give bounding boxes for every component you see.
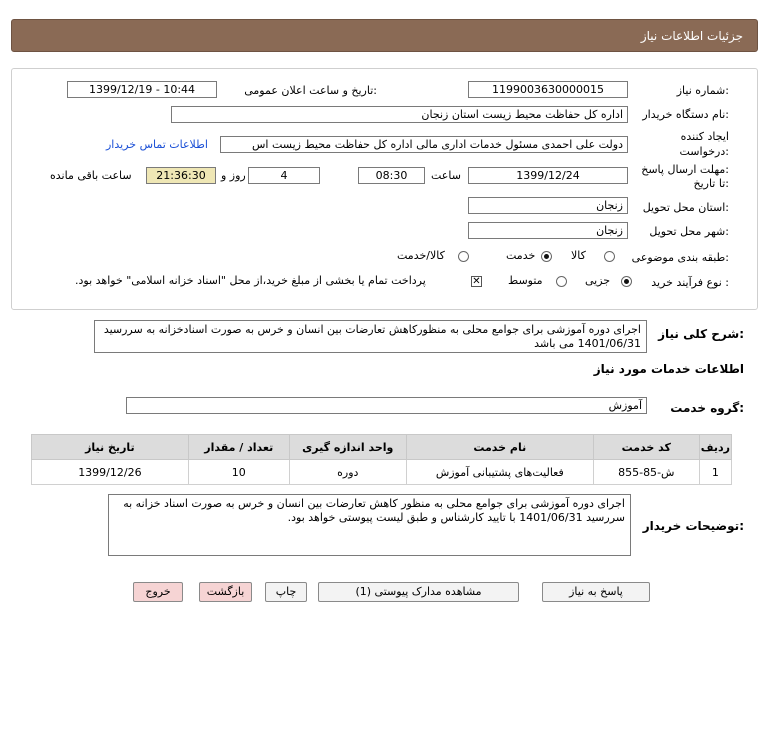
- category-option-goods-service: کالا/خدمت: [397, 249, 445, 262]
- col-unit: واحد اندازه گیری: [288, 434, 407, 460]
- summary-label: شرح کلی نیاز:: [658, 327, 744, 341]
- deadline-time-field: 08:30: [358, 167, 425, 184]
- service-group-field: آموزش: [126, 397, 647, 414]
- process-radio-medium[interactable]: [556, 276, 567, 287]
- cell-date: 1399/12/26: [31, 459, 189, 485]
- col-name: نام خدمت: [405, 434, 594, 460]
- announce-label: تاریخ و ساعت اعلان عمومی:: [244, 84, 377, 97]
- cell-code: ش-85-855: [592, 459, 700, 485]
- process-radio-minor[interactable]: [621, 276, 632, 287]
- attachments-button[interactable]: مشاهده مدارک پیوستی (1): [318, 582, 519, 602]
- deadline-label-line1: مهلت ارسال پاسخ:: [641, 163, 729, 176]
- exit-button[interactable]: خروج: [133, 582, 183, 602]
- creator-label-line1: ایجاد کننده: [680, 130, 729, 143]
- remaining-days-label: روز و: [221, 169, 246, 182]
- need-number-field: 1199003630000015: [468, 81, 628, 98]
- process-label: نوع فرآیند خرید :: [651, 276, 729, 289]
- buyer-org-label: نام دستگاه خریدار:: [642, 108, 729, 121]
- remaining-time-field: 21:36:30: [146, 167, 216, 184]
- services-table: ردیف کد خدمت نام خدمت واحد اندازه گیری ت…: [31, 434, 733, 485]
- need-number-label: شماره نیاز:: [676, 84, 729, 97]
- deadline-time-label: ساعت: [431, 169, 461, 182]
- buyer-notes-text: اجرای دوره آموزشی برای جوامع محلی به منظ…: [108, 494, 631, 556]
- category-radio-service[interactable]: [541, 251, 552, 262]
- treasury-payment-checkbox[interactable]: ✕: [471, 276, 482, 287]
- col-qty: تعداد / مقدار: [187, 434, 290, 460]
- summary-text: اجرای دوره آموزشی برای جوامع محلی به منظ…: [94, 320, 647, 353]
- services-section-title: اطلاعات خدمات مورد نیاز: [593, 362, 744, 376]
- back-button[interactable]: بازگشت: [199, 582, 252, 602]
- col-index: ردیف: [698, 434, 733, 460]
- province-field: زنجان: [468, 197, 628, 214]
- process-option-minor: جزیی: [585, 274, 611, 287]
- category-option-goods: کالا: [571, 249, 586, 262]
- announce-datetime-field: 1399/12/19 - 10:44: [67, 81, 217, 98]
- table-header-row: ردیف کد خدمت نام خدمت واحد اندازه گیری ت…: [31, 434, 733, 460]
- print-button[interactable]: چاپ: [265, 582, 307, 602]
- col-date: تاریخ نیاز: [31, 434, 189, 460]
- cell-unit: دوره: [288, 459, 407, 485]
- buyer-contact-link[interactable]: اطلاعات تماس خریدار: [106, 138, 208, 151]
- need-details-panel: شماره نیاز: 1199003630000015 تاریخ و ساع…: [11, 68, 758, 310]
- deadline-date-field: 1399/12/24: [468, 167, 628, 184]
- cell-qty: 10: [187, 459, 290, 485]
- cell-index: 1: [698, 459, 733, 485]
- category-option-service: خدمت: [506, 249, 536, 262]
- buyer-notes-label: توضیحات خریدار:: [642, 519, 744, 533]
- table-row: 1 ش-85-855 فعالیت‌های پشتیبانی آموزش دور…: [31, 459, 733, 485]
- cell-name: فعالیت‌های پشتیبانی آموزش: [405, 459, 594, 485]
- remaining-time-label: ساعت باقی مانده: [50, 169, 132, 182]
- province-label: استان محل تحویل:: [642, 201, 729, 214]
- service-group-label: گروه خدمت:: [670, 401, 744, 415]
- page-header: جزئیات اطلاعات نیاز: [11, 19, 758, 52]
- creator-field: دولت علی احمدی مسئول خدمات اداری مالی اد…: [220, 136, 628, 153]
- category-label: طبقه بندی موضوعی:: [631, 251, 729, 264]
- category-radio-goods-service[interactable]: [458, 251, 469, 262]
- creator-label-line2: درخواست:: [679, 145, 730, 158]
- reply-button[interactable]: پاسخ به نیاز: [542, 582, 650, 602]
- category-radio-goods[interactable]: [604, 251, 615, 262]
- deadline-label-line2: تا تاریخ:: [693, 177, 729, 190]
- city-field: زنجان: [468, 222, 628, 239]
- remaining-days-field: 4: [248, 167, 320, 184]
- city-label: شهر محل تحویل:: [649, 225, 729, 238]
- page-title: جزئیات اطلاعات نیاز: [640, 29, 743, 43]
- process-option-medium: متوسط: [508, 274, 543, 287]
- buyer-org-field: اداره کل حفاظت محیط زیست استان زنجان: [171, 106, 628, 123]
- col-code: کد خدمت: [592, 434, 700, 460]
- treasury-payment-note: پرداخت تمام یا بخشی از مبلغ خرید،از محل …: [75, 274, 426, 287]
